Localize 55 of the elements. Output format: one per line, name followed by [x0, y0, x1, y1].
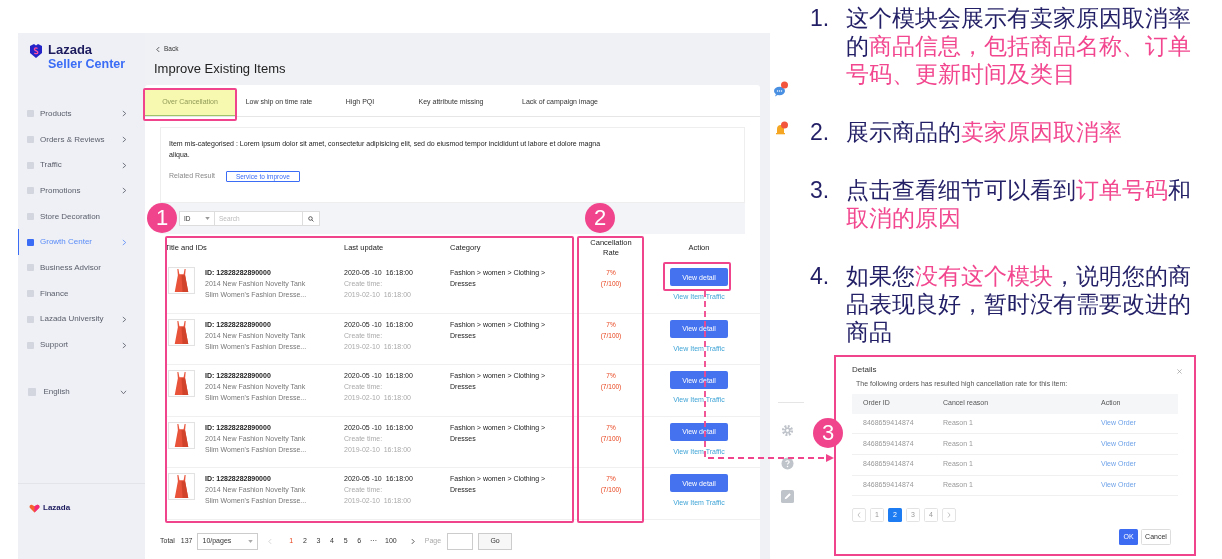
- sidebar-item[interactable]: Lazada University: [18, 306, 145, 333]
- edit-icon[interactable]: [781, 490, 794, 503]
- close-icon[interactable]: [1177, 369, 1182, 374]
- note-number: 2.: [810, 118, 831, 146]
- logo-subtitle: Seller Center: [48, 57, 126, 72]
- note-text: 如果您没有这个模块，说明您的商品表现良好，暂时没有需要改进的商品: [846, 262, 1191, 346]
- menu-item-icon: [27, 213, 34, 221]
- search-button[interactable]: [303, 211, 320, 226]
- note-number: 1.: [810, 4, 831, 33]
- chevron-left-icon: [156, 45, 160, 53]
- previous-page-icon[interactable]: [268, 537, 273, 545]
- sidebar-item[interactable]: Traffic: [18, 152, 145, 179]
- sidebar-item[interactable]: Finance: [18, 280, 145, 307]
- sidebar-item[interactable]: Orders & Reviews: [18, 126, 145, 153]
- sidebar-item[interactable]: Promotions: [18, 178, 145, 204]
- previous-page-button[interactable]: [852, 508, 866, 523]
- chat-icon[interactable]: [773, 81, 789, 97]
- language-selector[interactable]: English: [18, 379, 145, 405]
- menu-item-icon: [27, 187, 34, 195]
- sidebar-item[interactable]: Store Decoration: [18, 203, 145, 230]
- menu-item-icon: [27, 264, 34, 272]
- menu-item-icon: [27, 290, 34, 298]
- menu-item-icon: [27, 136, 34, 144]
- note-text: 点击查看细节可以看到订单号码和 取消的原因: [846, 176, 1191, 232]
- menu-item-icon: [27, 315, 34, 323]
- settings-icon[interactable]: [781, 424, 794, 437]
- bell-icon[interactable]: [773, 121, 789, 137]
- caret-down-icon: [205, 217, 210, 220]
- menu-item-icon: [27, 161, 34, 169]
- next-page-button[interactable]: [942, 508, 956, 523]
- callout-badge: 3: [813, 418, 843, 448]
- sidebar-item[interactable]: Business Advisor: [18, 255, 145, 281]
- menu-item-icon: [27, 341, 34, 349]
- note-number: 4.: [810, 262, 831, 291]
- page-title: Improve Existing Items: [154, 61, 286, 77]
- globe-icon: [27, 388, 36, 397]
- chevron-down-icon: [120, 389, 127, 395]
- highlight-frame: [663, 262, 731, 291]
- logo-icon: [28, 43, 44, 59]
- note-text: 这个模块会展示有卖家原因取消率的商品信息，包括商品名称、订单号码、更新时间及类目: [846, 4, 1191, 88]
- search-icon: [308, 215, 314, 222]
- page-jump-field[interactable]: [447, 532, 474, 550]
- dialog-title: Details: [852, 364, 877, 376]
- logo-text: Lazada: [48, 42, 94, 57]
- help-icon[interactable]: [781, 457, 794, 470]
- caret-down-icon: [248, 539, 254, 543]
- menu-item-icon: [27, 110, 34, 118]
- note-text: 展示商品的卖家原因取消率: [846, 118, 1123, 146]
- sidebar-item[interactable]: Support: [18, 332, 145, 358]
- footer-logo-text: Lazada: [43, 502, 71, 514]
- sidebar-item[interactable]: Products: [18, 101, 145, 127]
- next-page-icon[interactable]: [410, 537, 415, 545]
- heart-logo-icon: [29, 503, 40, 513]
- menu-item-icon: [27, 238, 34, 246]
- note-number: 3.: [810, 176, 831, 205]
